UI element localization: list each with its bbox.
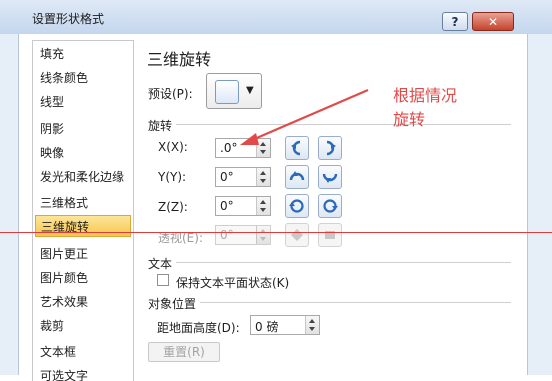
annotation-guide-line	[0, 232, 552, 233]
annotation-arrow	[240, 88, 369, 145]
